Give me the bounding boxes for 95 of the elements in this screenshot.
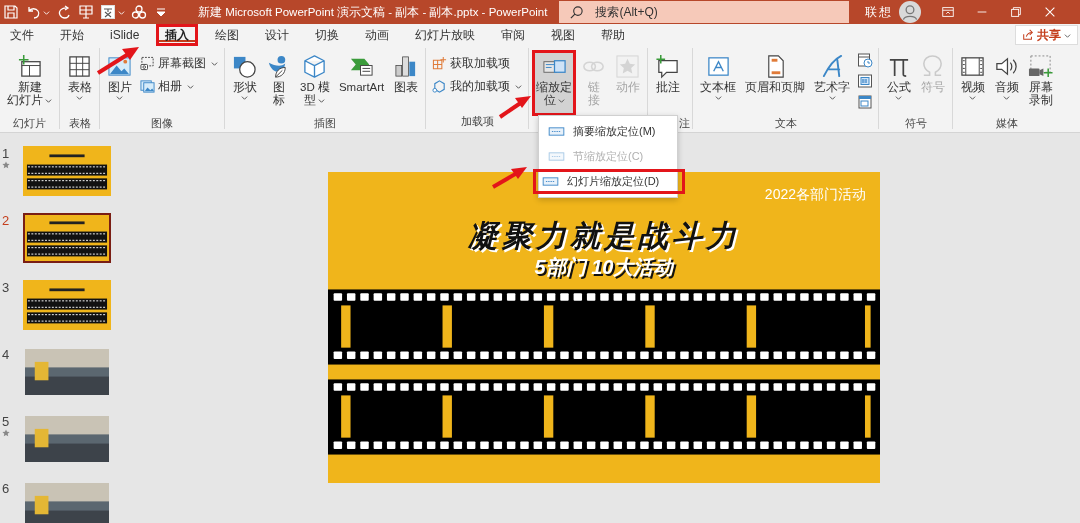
circles-icon[interactable] <box>131 4 147 20</box>
calendar-clock-icon[interactable] <box>857 52 874 68</box>
slide-thumbnail[interactable] <box>23 146 111 196</box>
slide-plus-icon <box>17 54 42 79</box>
ribbon-button[interactable]: 表格 <box>63 50 96 116</box>
annotation-arrow <box>498 96 531 119</box>
object-icon[interactable] <box>857 94 874 110</box>
slide-title: 凝聚力就是战斗力 <box>468 217 740 254</box>
ribbon-tab[interactable]: 绘图 <box>206 24 249 46</box>
ribbon-button[interactable]: 我的加载项 <box>429 79 526 94</box>
ribbon-button[interactable]: SmartArt <box>334 50 389 116</box>
ribbon-button[interactable]: 文本框 <box>696 50 741 116</box>
slide-subtitle: 5部门 10大活动 <box>534 254 674 280</box>
slide-number: 2 <box>2 213 10 228</box>
ribbon-button[interactable]: 音频 <box>990 50 1024 116</box>
group-label: 符号 <box>903 116 928 131</box>
group-label: 加载项 <box>459 114 495 129</box>
search-field[interactable]: 搜索(Alt+Q) <box>559 1 850 23</box>
share-button[interactable]: 共享 <box>1015 25 1078 45</box>
slide-number: 3 <box>2 280 10 295</box>
slide-thumbnail[interactable] <box>23 481 111 523</box>
group-label: 注 <box>678 116 691 131</box>
ribbon-tab[interactable]: 帮助 <box>592 24 635 46</box>
ribbon-button[interactable]: 批注 <box>651 50 685 116</box>
ribbon-button[interactable]: 形状 <box>228 50 261 116</box>
zoom-slide-icon <box>548 126 565 137</box>
avatar-icon[interactable] <box>899 1 922 23</box>
menu-item[interactable]: 幻灯片缩放定位(D) <box>533 169 685 194</box>
slide-number: 5 <box>2 414 10 429</box>
ribbon-tab[interactable]: 幻灯片放映 <box>406 24 485 46</box>
ribbon-button[interactable]: 相册 <box>137 79 221 94</box>
slide-number: 4 <box>2 347 10 362</box>
save-icon[interactable] <box>3 4 19 20</box>
ribbon-tab[interactable]: iSlide <box>101 24 149 46</box>
ribbon-button[interactable]: 缩放定 位 <box>532 50 577 116</box>
redo-icon[interactable] <box>56 4 72 20</box>
slide-caption: 2022各部门活动 <box>764 185 866 204</box>
group-label: 表格 <box>67 116 92 131</box>
slide-thumbnail[interactable] <box>23 414 111 464</box>
ribbon-button[interactable]: 图表 <box>389 50 423 116</box>
ribbon-button[interactable]: 3D 模 型 <box>296 50 334 116</box>
zoom-slide-icon <box>542 176 559 187</box>
hexagon-icon <box>432 79 448 94</box>
zoom-slide-icon <box>548 151 565 162</box>
caret-icon[interactable] <box>43 8 50 16</box>
ribbon-display-icon[interactable] <box>941 5 956 19</box>
slide-number-icon[interactable] <box>857 73 874 89</box>
search-icon <box>569 5 585 20</box>
ribbon-tab[interactable]: 文件 <box>1 24 43 46</box>
share-icon <box>1022 29 1034 41</box>
slide-thumbnail[interactable] <box>23 347 111 397</box>
ribbon-button[interactable]: 页眉和页脚 <box>741 50 810 116</box>
ribbon-button[interactable]: 新建 幻灯片 <box>3 50 56 116</box>
grid-plus-icon <box>432 56 448 71</box>
restore-icon[interactable] <box>1009 5 1024 19</box>
ribbon-button[interactable]: 屏幕截图 <box>137 56 221 71</box>
ribbon-button[interactable]: 获取加载项 <box>429 56 526 71</box>
ribbon-button[interactable]: 屏幕 录制 <box>1024 50 1058 116</box>
slide-number: 1 <box>2 146 10 161</box>
undo-icon[interactable] <box>25 4 41 20</box>
ribbon-button[interactable]: 公式 <box>882 50 916 116</box>
film-icon <box>960 54 986 79</box>
annotation-arrow <box>96 47 139 75</box>
caret-icon <box>1064 31 1071 39</box>
ribbon-tab[interactable]: 动画 <box>356 24 399 46</box>
comment-icon <box>655 54 681 79</box>
camera-plus-icon <box>1028 54 1054 79</box>
ribbon-tab[interactable]: 切换 <box>306 24 349 46</box>
group-label: 媒体 <box>994 116 1019 131</box>
photo-album-icon <box>140 79 155 94</box>
ribbon-tab[interactable]: 设计 <box>256 24 299 46</box>
shapes-icon <box>232 54 257 79</box>
ribbon-tab[interactable]: 插入 <box>156 24 199 46</box>
user-name: 联想 <box>865 3 894 21</box>
table-icon <box>67 54 92 79</box>
window-title: 新建 Microsoft PowerPoint 演示文稿 - 副本 - 副本.pptx - PowerPoint <box>198 4 548 20</box>
ribbon-tab[interactable]: 开始 <box>51 24 93 46</box>
group-label: 图像 <box>150 116 174 131</box>
menu-item[interactable]: 摘要缩放定位(M) <box>539 119 677 144</box>
slide-number: 6 <box>2 481 10 496</box>
caret-icon[interactable] <box>118 8 125 16</box>
ribbon-button[interactable]: 图 标 <box>262 50 295 116</box>
ribbon-button[interactable]: 视频 <box>956 50 990 116</box>
text-box-icon <box>705 54 731 79</box>
annotation-arrow <box>492 167 527 189</box>
ribbon-tab[interactable]: 审阅 <box>492 24 535 46</box>
ribbon-button[interactable]: 艺术字 <box>810 50 855 116</box>
slide-thumbnail[interactable] <box>23 213 111 263</box>
ribbon-tab[interactable]: 视图 <box>542 24 585 46</box>
slide-thumbnail[interactable] <box>23 280 111 330</box>
group-label: 幻灯片 <box>12 116 47 131</box>
cube-icon <box>302 54 328 79</box>
screenshot-icon <box>140 56 155 71</box>
group-label: 插图 <box>313 116 338 131</box>
group-label: 文本 <box>773 116 798 131</box>
